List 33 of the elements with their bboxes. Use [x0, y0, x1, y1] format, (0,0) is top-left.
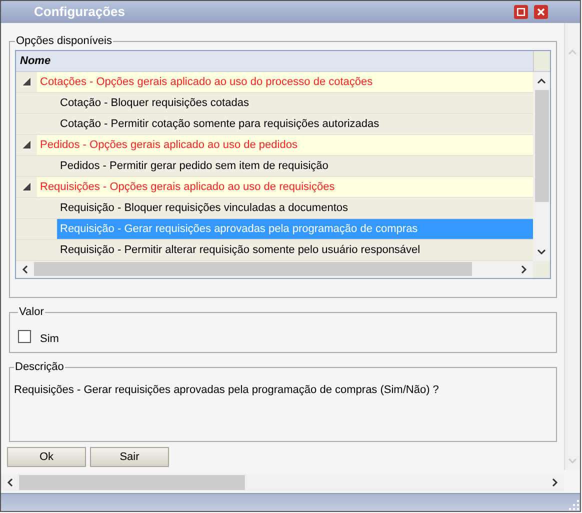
scroll-thumb[interactable] — [34, 262, 472, 276]
group-legend: Valor — [18, 304, 45, 320]
horizontal-scrollbar[interactable] — [16, 260, 533, 278]
checkbox-label: Sim — [40, 332, 59, 346]
group-row[interactable]: Pedidos - Opções gerais aplicado ao uso de pedidos — [37, 134, 533, 154]
close-icon — [537, 8, 545, 16]
dialog-button[interactable]: Sair — [90, 447, 169, 467]
scroll-left-icon[interactable] — [22, 264, 28, 274]
scroll-down-icon[interactable] — [537, 248, 546, 254]
description-text: Requisições - Gerar requisições aprovadas pela programação de compras (Sim/Não) ? — [14, 382, 440, 398]
scroll-thumb[interactable] — [19, 475, 245, 490]
collapse-icon[interactable] — [22, 182, 30, 190]
checkbox[interactable] — [18, 330, 31, 344]
scroll-up-icon[interactable] — [537, 78, 546, 84]
group-row[interactable]: Cotações - Opções gerais aplicado ao uso do processo de cotações — [37, 72, 533, 92]
group-legend: Opções disponíveis — [15, 33, 113, 50]
scroll-left-icon[interactable] — [7, 478, 13, 487]
scroll-thumb[interactable] — [534, 90, 548, 202]
maximize-icon — [517, 8, 525, 16]
outer-horizontal-scrollbar[interactable] — [1, 474, 564, 491]
window-title: Configurações — [34, 3, 126, 22]
dialog-button[interactable]: Ok — [7, 447, 86, 467]
group-legend: Descrição — [14, 359, 65, 376]
close-button[interactable] — [534, 5, 548, 19]
collapse-icon[interactable] — [22, 140, 30, 148]
group-row[interactable]: Requisições - Opções gerais aplicado ao uso de requisições — [37, 176, 533, 196]
vertical-scrollbar[interactable] — [533, 72, 550, 260]
scroll-right-icon[interactable] — [521, 264, 527, 274]
collapse-icon[interactable] — [22, 78, 30, 86]
maximize-button[interactable] — [514, 5, 528, 19]
resize-grip-icon[interactable] — [568, 499, 580, 511]
column-header: Nome — [16, 50, 533, 70]
scroll-right-icon[interactable] — [552, 478, 558, 487]
